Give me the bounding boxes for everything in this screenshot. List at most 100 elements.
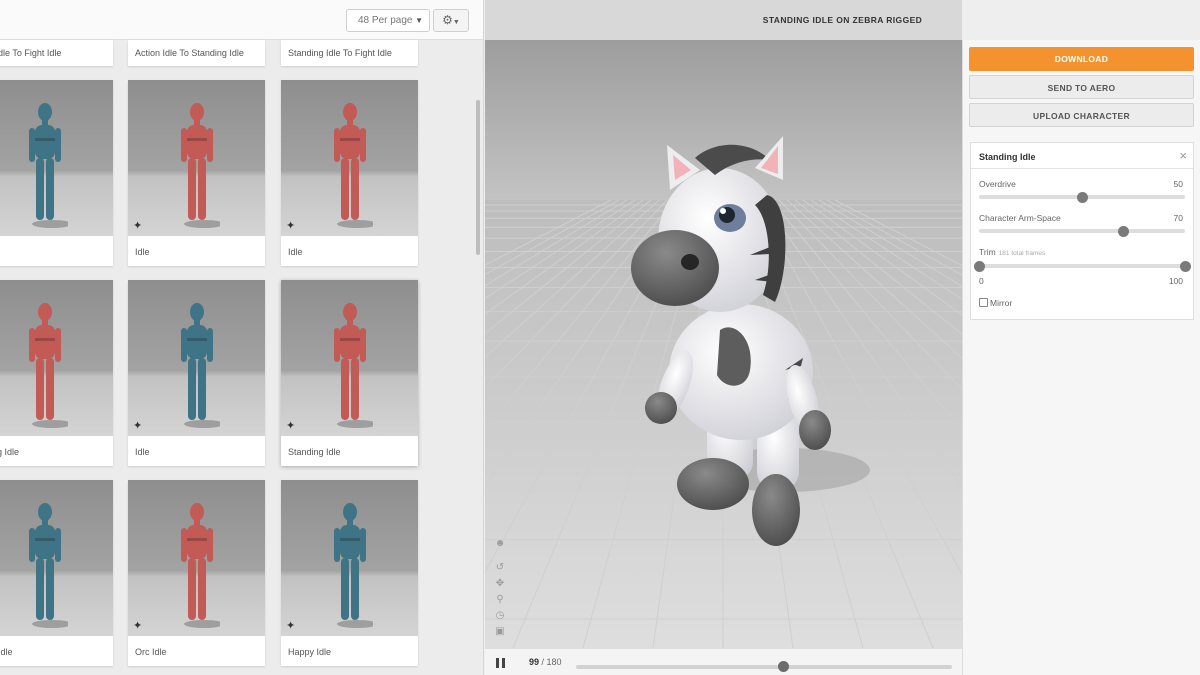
mirror-option[interactable]: Mirror — [979, 298, 1012, 308]
animation-card[interactable]: ✦ tral Idle — [0, 480, 113, 666]
trim-slider[interactable] — [974, 260, 1191, 272]
animation-card-label: tral Idle — [0, 647, 13, 657]
animation-card[interactable]: Standing Idle To Fight Idle — [281, 40, 418, 66]
animation-card-label: Action Idle To Standing Idle — [135, 48, 244, 58]
close-icon[interactable]: × — [1179, 148, 1187, 163]
arm-space-value: 70 — [1173, 213, 1183, 223]
pause-icon-bar — [496, 658, 499, 668]
gear-icon: ⚙ — [442, 13, 453, 27]
animation-card-label: on Idle To Fight Idle — [0, 48, 62, 58]
chevron-down-icon: ▼ — [415, 16, 423, 25]
animation-library: 48 Per page ▼ ⚙▼ on Idle To Fight Idle A… — [0, 0, 484, 675]
caret-down-icon: ▼ — [452, 19, 460, 26]
animation-card[interactable]: ✦ Happy Idle — [281, 480, 418, 666]
overdrive-value: 50 — [1173, 179, 1183, 189]
animation-settings-header: Standing Idle × — [971, 143, 1193, 169]
clock-icon[interactable]: ◷ — [493, 610, 507, 626]
arm-space-handle[interactable] — [1118, 225, 1130, 237]
animation-thumbnail: ✦ — [0, 480, 113, 636]
animation-card[interactable]: ✦ Standing Idle — [281, 280, 418, 466]
trim-title: Trim — [979, 247, 996, 257]
animation-type-icon: ✦ — [286, 420, 296, 432]
animation-thumbnail: ✦ — [128, 280, 265, 436]
animation-thumbnail: ✦ — [128, 80, 265, 236]
mirror-checkbox[interactable] — [979, 298, 988, 307]
mannequin-figure — [28, 103, 68, 228]
animation-card[interactable]: ✦ eling Idle — [0, 280, 113, 466]
trim-end-handle[interactable] — [1180, 260, 1191, 272]
timeline-slider[interactable] — [576, 661, 952, 672]
playback-bar: 99 / 180 — [485, 648, 962, 675]
zoom-icon[interactable]: ⚲ — [493, 594, 507, 610]
animation-thumbnail: ✦ — [0, 80, 113, 236]
mannequin-figure — [28, 503, 68, 628]
pause-button[interactable] — [496, 658, 506, 668]
animation-type-icon: ✦ — [286, 220, 296, 232]
animation-thumbnail: ✦ — [281, 80, 418, 236]
trim-start-handle[interactable] — [974, 260, 985, 272]
animation-card-label: Idle — [135, 247, 150, 257]
animation-card[interactable]: Action Idle To Standing Idle — [128, 40, 265, 66]
animation-card[interactable]: on Idle To Fight Idle — [0, 40, 113, 66]
overdrive-handle[interactable] — [1077, 191, 1088, 203]
trim-label: Trim 181 total frames — [979, 247, 1045, 257]
animation-thumbnail: ✦ — [128, 480, 265, 636]
trim-min-value: 0 — [979, 276, 984, 286]
timeline-handle[interactable] — [777, 661, 789, 672]
mannequin-figure — [180, 303, 220, 428]
mannequin-figure — [180, 503, 220, 628]
animation-thumbnail: ✦ — [0, 280, 113, 436]
library-scrollbar[interactable] — [476, 100, 480, 255]
upload-character-button[interactable]: UPLOAD CHARACTER — [969, 103, 1194, 127]
animation-card-label: Orc Idle — [135, 647, 167, 657]
viewer: ☻ ↺ ✥ ⚲ ◷ ▣ 99 / 180 — [485, 0, 962, 675]
mannequin-figure — [333, 503, 373, 628]
viewport-scene — [485, 40, 962, 649]
animation-type-icon: ✦ — [133, 220, 143, 232]
settings-dropdown-button[interactable]: ⚙▼ — [433, 9, 469, 32]
pause-icon-bar — [502, 658, 505, 668]
animation-card[interactable]: ✦ Idle — [128, 80, 265, 266]
mannequin-figure — [180, 103, 220, 228]
arm-space-slider[interactable] — [979, 225, 1185, 237]
animation-card[interactable]: ✦ Idle — [128, 280, 265, 466]
arm-space-label: Character Arm-Space — [979, 213, 1061, 223]
mirror-label: Mirror — [990, 298, 1013, 308]
animation-type-icon: ✦ — [133, 620, 143, 632]
mannequin-figure — [28, 303, 68, 428]
animation-card-label: Happy Idle — [288, 647, 332, 657]
animation-thumbnail: ✦ — [281, 280, 418, 436]
animation-card-label: Standing Idle — [288, 447, 341, 457]
animation-card-label: Standing Idle To Fight Idle — [288, 48, 392, 58]
frame-counter: 99 / 180 — [529, 657, 562, 667]
undo-icon[interactable]: ↺ — [493, 562, 507, 578]
overdrive-label: Overdrive — [979, 179, 1016, 189]
animation-thumbnail: ✦ — [281, 480, 418, 636]
viewer-toolbar: ☻ ↺ ✥ ⚲ ◷ ▣ — [493, 538, 509, 642]
mannequin-figure — [333, 103, 373, 228]
trim-max-value: 100 — [1168, 276, 1183, 286]
per-page-select[interactable]: 48 Per page ▼ — [346, 9, 430, 32]
viewer-title: STANDING IDLE ON ZEBRA RIGGED — [762, 15, 923, 25]
animation-type-icon: ✦ — [133, 420, 143, 432]
animation-card-label: eling Idle — [0, 447, 20, 457]
animation-type-icon: ✦ — [286, 620, 296, 632]
send-to-aero-button[interactable]: SEND TO AERO — [969, 75, 1194, 99]
animation-card-label: Idle — [135, 447, 150, 457]
animation-name: Standing Idle — [979, 152, 1036, 162]
camera-icon[interactable]: ▣ — [493, 626, 507, 642]
face-icon[interactable]: ☻ — [493, 538, 507, 554]
animation-settings-card: Standing Idle × Overdrive 50 Character A… — [970, 142, 1194, 320]
animation-settings-panel: DOWNLOAD SEND TO AERO UPLOAD CHARACTER S… — [962, 40, 1200, 675]
overdrive-slider[interactable] — [979, 191, 1185, 203]
animation-card[interactable]: ✦ Idle — [281, 80, 418, 266]
animation-card[interactable]: ✦ Orc Idle — [128, 480, 265, 666]
animation-card[interactable]: ✦ — [0, 80, 113, 266]
viewport-3d[interactable]: ☻ ↺ ✥ ⚲ ◷ ▣ — [485, 40, 962, 649]
total-frames: / 180 — [541, 657, 562, 667]
animation-card-label: Idle — [288, 247, 303, 257]
move-icon[interactable]: ✥ — [493, 578, 507, 594]
download-button[interactable]: DOWNLOAD — [969, 47, 1194, 71]
library-toolbar: 48 Per page ▼ ⚙▼ — [0, 0, 483, 40]
current-frame: 99 — [529, 657, 540, 667]
